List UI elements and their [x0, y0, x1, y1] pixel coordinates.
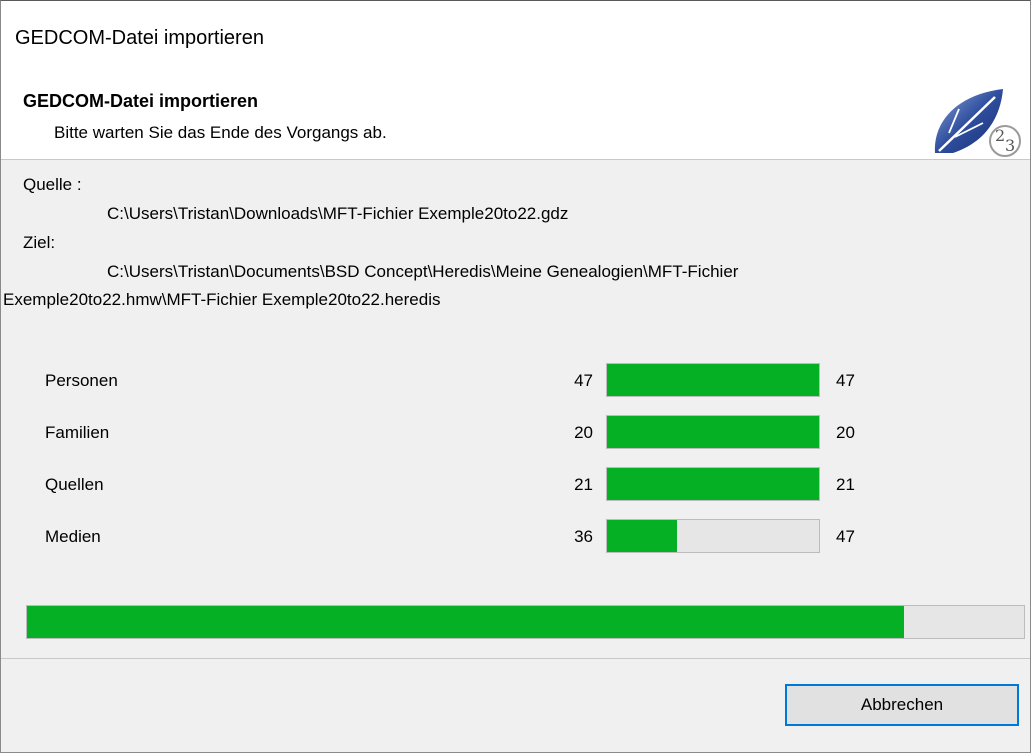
import-dialog: GEDCOM-Datei importieren GEDCOM-Datei im… — [0, 0, 1031, 753]
title-bar: GEDCOM-Datei importieren — [1, 1, 1030, 75]
stat-name: Personen — [45, 371, 118, 390]
stat-name: Medien — [45, 527, 101, 546]
source-label: Quelle : — [23, 175, 82, 194]
stat-name: Quellen — [45, 475, 104, 494]
source-path: C:\Users\Tristan\Downloads\MFT-Fichier E… — [107, 204, 569, 223]
stat-current: 20 — [574, 423, 593, 442]
stat-progress-fill — [607, 364, 819, 396]
svg-text:3: 3 — [1005, 136, 1015, 155]
overall-progress-bar — [26, 605, 1025, 639]
footer-divider — [1, 658, 1030, 659]
target-path-line1: C:\Users\Tristan\Documents\BSD Concept\H… — [107, 262, 739, 281]
svg-text:2: 2 — [995, 126, 1005, 145]
stat-total: 20 — [836, 423, 855, 442]
stat-current: 47 — [574, 371, 593, 390]
stat-total: 47 — [836, 527, 855, 546]
header-subtitle: Bitte warten Sie das Ende des Vorgangs a… — [54, 123, 387, 142]
stat-progress-bar — [606, 363, 820, 397]
target-path-line2: Exemple20to22.hmw\MFT-Fichier Exemple20t… — [3, 290, 441, 309]
stat-total: 21 — [836, 475, 855, 494]
stat-current: 21 — [574, 475, 593, 494]
stat-progress-bar — [606, 415, 820, 449]
target-label: Ziel: — [23, 233, 56, 252]
stat-row-personen: Personen 47 47 — [1, 363, 1030, 397]
heredis-logo-icon: 2 3 — [934, 89, 1021, 157]
stat-progress-fill — [607, 520, 677, 552]
stat-progress-fill — [607, 416, 819, 448]
stat-progress-fill — [607, 468, 819, 500]
overall-progress-fill — [27, 606, 905, 638]
stat-name: Familien — [45, 423, 110, 442]
stat-progress-bar — [606, 467, 820, 501]
header-title: GEDCOM-Datei importieren — [23, 91, 259, 111]
stat-current: 36 — [574, 527, 593, 546]
stat-total: 47 — [836, 371, 855, 390]
stat-progress-bar — [606, 519, 820, 553]
window-title: GEDCOM-Datei importieren — [15, 27, 264, 49]
dialog-header: GEDCOM-Datei importieren Bitte warten Si… — [1, 75, 1030, 160]
stat-row-medien: Medien 36 47 — [1, 519, 1030, 553]
stat-row-familien: Familien 20 20 — [1, 415, 1030, 449]
cancel-button[interactable]: Abbrechen — [785, 684, 1019, 726]
stat-row-quellen: Quellen 21 21 — [1, 467, 1030, 501]
